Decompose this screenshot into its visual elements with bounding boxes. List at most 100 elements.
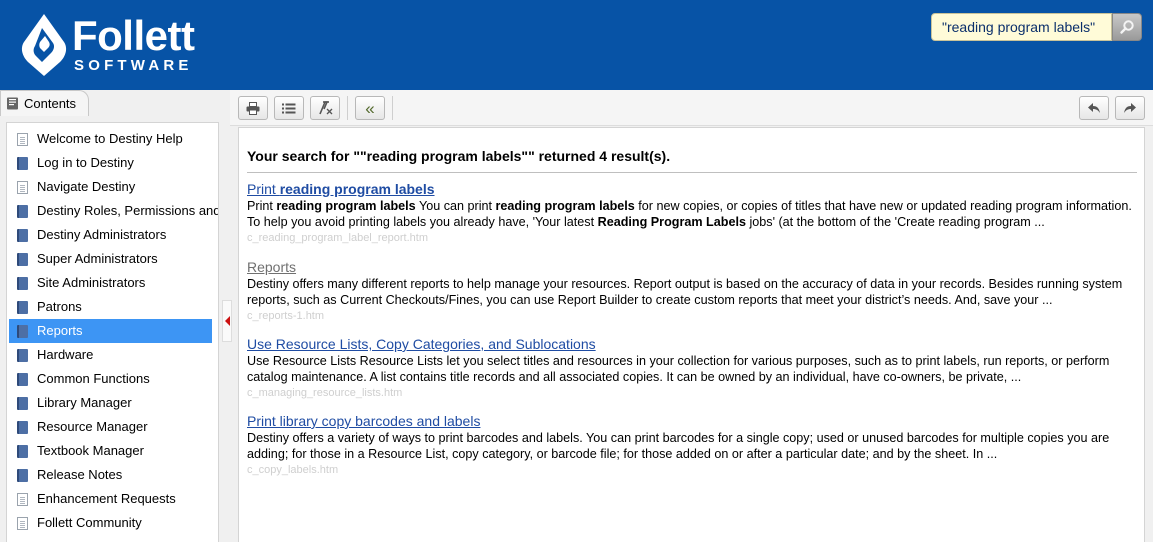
toc-list: Welcome to Destiny Help Log in to Destiny… — [7, 123, 218, 535]
forward-button[interactable] — [1115, 96, 1145, 120]
summary-suffix: " returned 4 result(s). — [528, 148, 671, 164]
search-result: Reports Destiny offers many different rep… — [247, 258, 1139, 324]
sidebar-splitter[interactable] — [222, 300, 232, 342]
sidebar-item-label: Hardware — [37, 347, 94, 362]
tab-contents[interactable]: Contents — [0, 90, 89, 116]
sidebar-item-label: Library Manager — [37, 395, 132, 410]
print-button[interactable] — [238, 96, 268, 120]
sidebar-item[interactable]: Super Administrators — [9, 247, 212, 271]
sidebar-item[interactable]: Library Manager — [9, 391, 212, 415]
tab-contents-label: Contents — [24, 96, 77, 111]
result-title-link[interactable]: Reports — [247, 258, 296, 276]
description-text: Destiny offers a variety of ways to prin… — [247, 431, 1110, 445]
sidebar-item-label: Log in to Destiny — [37, 155, 134, 170]
description-text: You can print — [415, 199, 496, 213]
sidebar-item-label: Follett Community — [37, 515, 142, 530]
sidebar-item[interactable]: Common Functions — [9, 367, 212, 391]
clear-format-icon — [319, 101, 333, 115]
result-filename: c_reports-1.htm — [247, 310, 325, 322]
forward-arrow-icon — [1124, 103, 1136, 113]
result-description: catalog maintenance. A list contains tit… — [247, 369, 1139, 385]
book-icon — [17, 301, 28, 314]
result-description: adding; for those in a Resource List, co… — [247, 446, 1139, 462]
brand-subtitle: SOFTWARE — [74, 57, 193, 74]
book-icon — [17, 205, 28, 218]
summary-query: "reading program labels" — [359, 148, 529, 164]
sidebar-item[interactable]: Follett Community — [9, 511, 212, 535]
sidebar-item-label: Resource Manager — [37, 419, 148, 434]
toc-toggle-button[interactable] — [274, 96, 304, 120]
search-button[interactable] — [1112, 13, 1142, 41]
sidebar-item[interactable]: Enhancement Requests — [9, 487, 212, 511]
search-icon — [1120, 20, 1134, 34]
result-description: Use Resource Lists Resource Lists let yo… — [247, 353, 1139, 369]
app-header: Follett SOFTWARE "reading program labels… — [0, 0, 1153, 90]
sidebar-item[interactable]: Patrons — [9, 295, 212, 319]
sidebar-item-label: Reports — [37, 323, 83, 338]
toolbar-separator — [347, 96, 348, 120]
search-results-panel: Your search for ""reading program labels… — [238, 127, 1145, 542]
search-summary: Your search for ""reading program labels… — [247, 148, 670, 164]
page-icon — [17, 181, 28, 194]
sidebar-item-label: Navigate Destiny — [37, 179, 136, 194]
description-text: Use Resource Lists Resource Lists let yo… — [247, 354, 1110, 368]
book-icon — [17, 157, 28, 170]
book-icon — [17, 253, 28, 266]
result-title-link[interactable]: Print reading program labels — [247, 180, 435, 198]
description-text: jobs' (at the bottom of the 'Create read… — [745, 215, 1045, 229]
sidebar-item[interactable]: Hardware — [9, 343, 212, 367]
sidebar-item-label: Welcome to Destiny Help — [37, 131, 183, 146]
back-button[interactable] — [1079, 96, 1109, 120]
sidebar-item[interactable]: Release Notes — [9, 463, 212, 487]
summary-divider — [247, 172, 1137, 173]
toolbar-separator — [392, 96, 393, 120]
sidebar-item[interactable]: Navigate Destiny — [9, 175, 212, 199]
book-icon — [17, 229, 28, 242]
description-text: for new copies, or copies of titles that… — [634, 199, 1132, 213]
search-result: Print reading program labels Print readin… — [247, 180, 1139, 246]
contents-book-icon — [7, 97, 18, 110]
sidebar-item[interactable]: Textbook Manager — [9, 439, 212, 463]
result-title-link[interactable]: Print library copy barcodes and labels — [247, 412, 480, 430]
book-icon — [17, 277, 28, 290]
page-icon — [17, 133, 28, 146]
sidebar-item-label: Textbook Manager — [37, 443, 144, 458]
result-filename: c_managing_resource_lists.htm — [247, 387, 403, 399]
result-filename: c_reading_program_label_report.htm — [247, 232, 428, 244]
follett-logo[interactable]: Follett SOFTWARE — [20, 12, 210, 78]
sidebar-item[interactable]: Site Administrators — [9, 271, 212, 295]
result-title-link[interactable]: Use Resource Lists, Copy Categories, and… — [247, 335, 596, 353]
sidebar-item-label: Common Functions — [37, 371, 150, 386]
search-result: Print library copy barcodes and labels De… — [247, 412, 1139, 478]
sidebar-item[interactable]: Welcome to Destiny Help — [9, 127, 212, 151]
printer-icon — [246, 101, 260, 115]
highlighted-term: reading program labels — [276, 199, 416, 213]
brand-name: Follett — [72, 12, 195, 59]
highlighted-term: Reading Program Labels — [597, 215, 746, 229]
sidebar-item[interactable]: Reports — [9, 319, 212, 343]
result-filename: c_copy_labels.htm — [247, 464, 339, 476]
sidebar-item-label: Super Administrators — [37, 251, 158, 266]
description-text: catalog maintenance. A list contains tit… — [247, 370, 1022, 384]
sidebar-item[interactable]: Destiny Administrators — [9, 223, 212, 247]
book-icon — [17, 445, 28, 458]
book-icon — [17, 421, 28, 434]
collapse-button[interactable]: « — [355, 96, 385, 120]
book-icon — [17, 373, 28, 386]
description-text: To help you avoid printing labels you al… — [247, 215, 598, 229]
page-icon — [17, 517, 28, 530]
sidebar-item[interactable]: Resource Manager — [9, 415, 212, 439]
remove-highlight-button[interactable] — [310, 96, 340, 120]
sidebar-item-label: Site Administrators — [37, 275, 146, 290]
result-title-text: Print — [247, 181, 280, 197]
collapse-arrow-icon — [224, 316, 230, 326]
sidebar-item-label: Destiny Roles, Permissions and Access — [37, 203, 219, 218]
sidebar-item[interactable]: Log in to Destiny — [9, 151, 212, 175]
sidebar-item-label: Release Notes — [37, 467, 123, 482]
list-icon — [282, 103, 296, 113]
sidebar-item[interactable]: Destiny Roles, Permissions and Access — [9, 199, 218, 223]
result-title-text: reading program labels — [279, 181, 435, 197]
search-input[interactable]: "reading program labels" — [931, 13, 1112, 41]
book-icon — [17, 469, 28, 482]
book-icon — [17, 397, 28, 410]
